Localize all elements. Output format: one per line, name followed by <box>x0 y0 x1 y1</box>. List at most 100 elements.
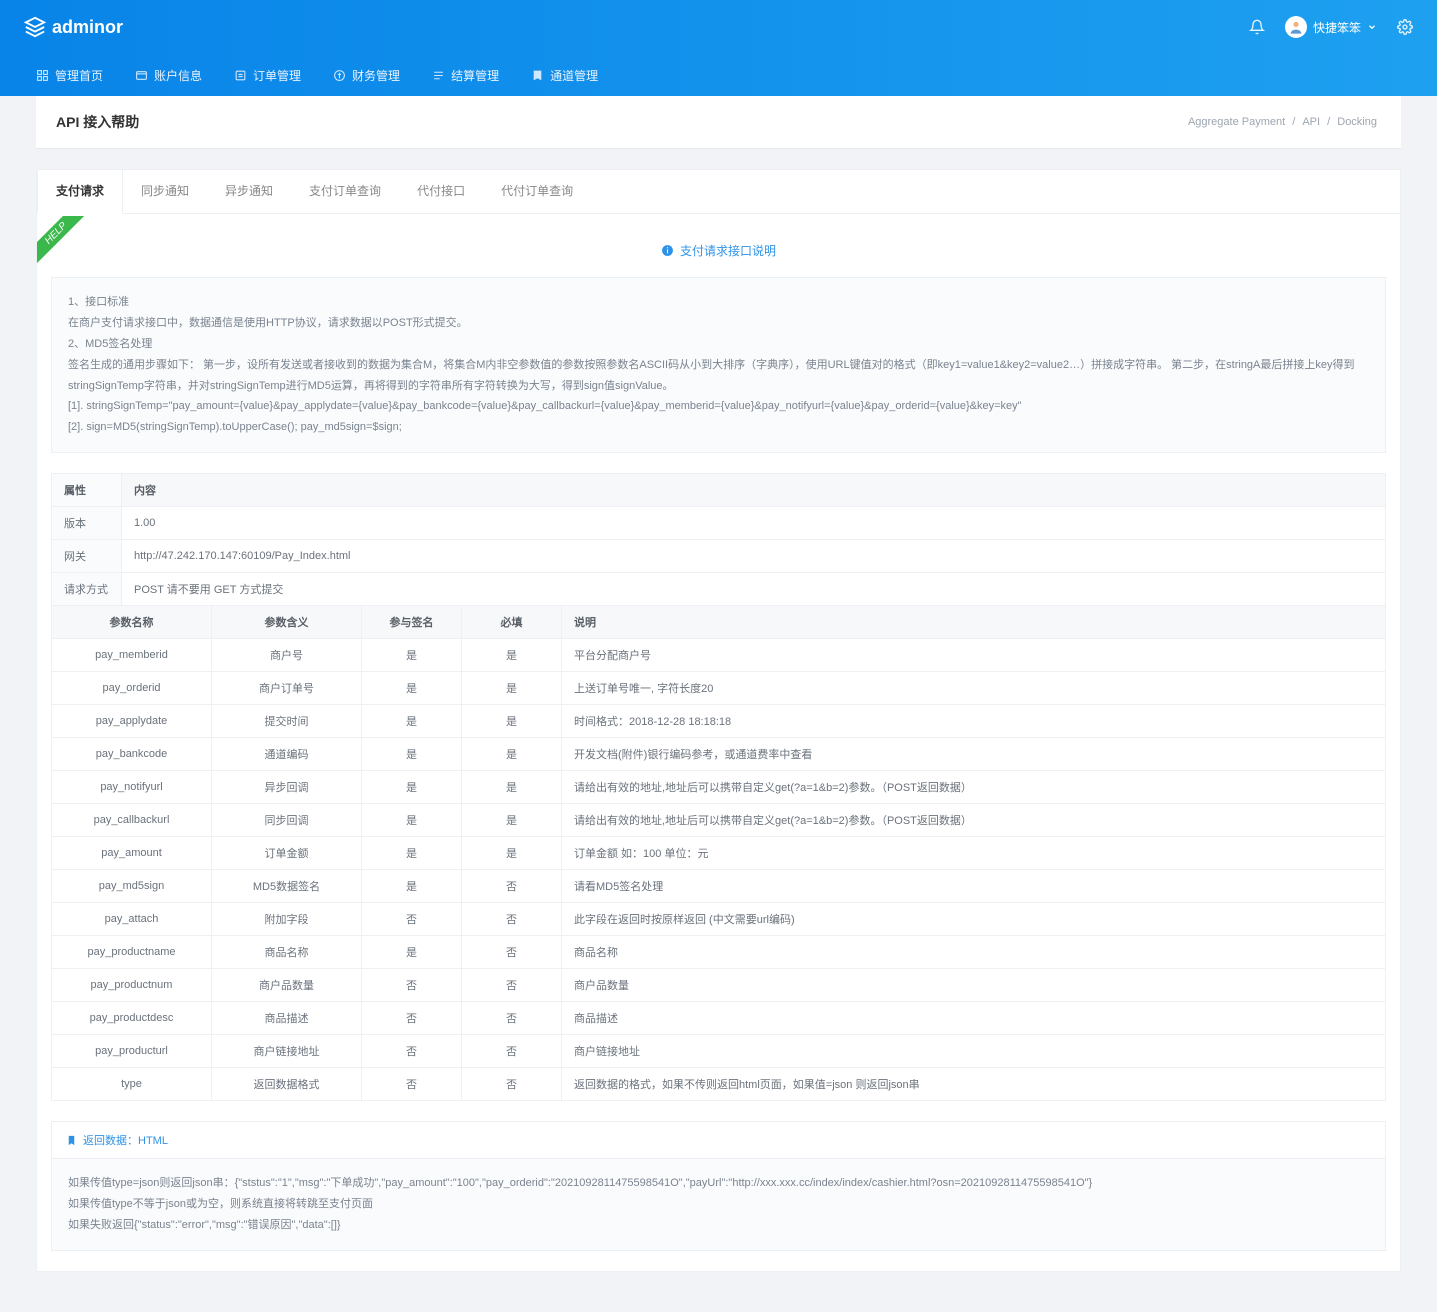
nav-orders[interactable]: 订单管理 <box>234 67 301 84</box>
param-required: 否 <box>462 969 562 1002</box>
table-row: pay_applydate提交时间是是时间格式：2018-12-28 18:18… <box>52 705 1386 738</box>
table-row: 版本1.00 <box>52 507 1386 540</box>
param-sign: 是 <box>362 936 462 969</box>
info-icon <box>661 244 674 257</box>
param-meaning: 商户订单号 <box>212 672 362 705</box>
param-sign: 否 <box>362 903 462 936</box>
return-line: 如果失败返回{"status":"error","msg":"错误原因","da… <box>68 1215 1369 1236</box>
param-name: pay_productnum <box>52 969 212 1002</box>
param-required: 是 <box>462 705 562 738</box>
top-actions: 快捷笨笨 <box>1249 16 1413 38</box>
nav-settlement[interactable]: 结算管理 <box>432 67 499 84</box>
param-desc: 商户链接地址 <box>562 1035 1386 1068</box>
chevron-down-icon <box>1367 22 1377 32</box>
nav-account[interactable]: 账户信息 <box>135 67 202 84</box>
param-name: pay_notifyurl <box>52 771 212 804</box>
param-desc: 此字段在返回时按原样返回 (中文需要url编码) <box>562 903 1386 936</box>
table-row: pay_attach附加字段否否此字段在返回时按原样返回 (中文需要url编码) <box>52 903 1386 936</box>
param-sign: 是 <box>362 771 462 804</box>
help-ribbon: HELP <box>37 216 85 264</box>
param-required: 否 <box>462 903 562 936</box>
tab-pay-order-query[interactable]: 支付订单查询 <box>291 170 399 213</box>
info-key: 请求方式 <box>52 573 122 606</box>
nav-dashboard[interactable]: 管理首页 <box>36 67 103 84</box>
nav-label: 管理首页 <box>55 67 103 84</box>
crumb-root[interactable]: Aggregate Payment <box>1188 116 1285 128</box>
param-meaning: 返回数据格式 <box>212 1068 362 1101</box>
param-desc: 商品名称 <box>562 936 1386 969</box>
param-meaning: 异步回调 <box>212 771 362 804</box>
info-head-attr: 属性 <box>52 474 122 507</box>
tabs: 支付请求 同步通知 异步通知 支付订单查询 代付接口 代付订单查询 <box>37 170 1400 214</box>
param-meaning: 商品名称 <box>212 936 362 969</box>
tab-sync-notify[interactable]: 同步通知 <box>123 170 207 213</box>
main-nav: 管理首页 账户信息 订单管理 财务管理 结算管理 通道管理 <box>0 54 1437 96</box>
param-required: 是 <box>462 672 562 705</box>
param-meaning: 订单金额 <box>212 837 362 870</box>
param-required: 否 <box>462 1068 562 1101</box>
bookmark-icon <box>66 1135 77 1146</box>
param-desc: 上送订单号唯一, 字符长度20 <box>562 672 1386 705</box>
param-name: pay_applydate <box>52 705 212 738</box>
return-line: 如果传值type=json则返回json串：{"ststus":"1","msg… <box>68 1173 1369 1194</box>
param-meaning: 商户号 <box>212 639 362 672</box>
param-meaning: 同步回调 <box>212 804 362 837</box>
param-sign: 是 <box>362 672 462 705</box>
table-row: pay_productdesc商品描述否否商品描述 <box>52 1002 1386 1035</box>
breadcrumb: Aggregate Payment / API / Docking <box>1184 116 1381 128</box>
logo-icon <box>24 16 46 38</box>
crumb-mid[interactable]: API <box>1302 116 1320 128</box>
brand-text: adminor <box>52 17 123 38</box>
info-val: POST 请不要用 GET 方式提交 <box>122 573 1386 606</box>
gear-icon[interactable] <box>1397 19 1413 35</box>
param-meaning: 商户品数量 <box>212 969 362 1002</box>
param-required: 是 <box>462 771 562 804</box>
desc-line: 1、接口标准 <box>68 292 1369 313</box>
param-required: 是 <box>462 804 562 837</box>
page-header: API 接入帮助 Aggregate Payment / API / Docki… <box>36 96 1401 149</box>
tab-payout[interactable]: 代付接口 <box>399 170 483 213</box>
param-desc: 时间格式：2018-12-28 18:18:18 <box>562 705 1386 738</box>
param-desc: 开发文档(附件)银行编码参考，或通道费率中查看 <box>562 738 1386 771</box>
table-row: 网关http://47.242.170.147:60109/Pay_Index.… <box>52 540 1386 573</box>
param-name: pay_md5sign <box>52 870 212 903</box>
table-row: pay_productname商品名称是否商品名称 <box>52 936 1386 969</box>
param-meaning: 通道编码 <box>212 738 362 771</box>
user-name: 快捷笨笨 <box>1313 19 1361 36</box>
nav-label: 财务管理 <box>352 67 400 84</box>
param-name: pay_bankcode <box>52 738 212 771</box>
param-name: pay_orderid <box>52 672 212 705</box>
nav-finance[interactable]: 财务管理 <box>333 67 400 84</box>
description-block: 1、接口标准 在商户支付请求接口中，数据通信是使用HTTP协议，请求数据以POS… <box>51 277 1386 453</box>
param-name: pay_producturl <box>52 1035 212 1068</box>
tab-payout-order-query[interactable]: 代付订单查询 <box>483 170 591 213</box>
table-row: pay_memberid商户号是是平台分配商户号 <box>52 639 1386 672</box>
info-key: 版本 <box>52 507 122 540</box>
topbar: adminor 快捷笨笨 <box>0 0 1437 54</box>
brand[interactable]: adminor <box>24 16 123 38</box>
table-row: pay_productnum商户品数量否否商户品数量 <box>52 969 1386 1002</box>
table-row: pay_amount订单金额是是订单金额 如：100 单位：元 <box>52 837 1386 870</box>
nav-channel[interactable]: 通道管理 <box>531 67 598 84</box>
param-meaning: 附加字段 <box>212 903 362 936</box>
param-sign: 否 <box>362 969 462 1002</box>
table-row: 请求方式POST 请不要用 GET 方式提交 <box>52 573 1386 606</box>
tab-pay-request[interactable]: 支付请求 <box>37 170 123 214</box>
param-required: 否 <box>462 870 562 903</box>
param-meaning: MD5数据签名 <box>212 870 362 903</box>
return-line: 如果传值type不等于json或为空，则系统直接将转跳至支付页面 <box>68 1194 1369 1215</box>
table-row: pay_bankcode通道编码是是开发文档(附件)银行编码参考，或通道费率中查… <box>52 738 1386 771</box>
param-desc: 请给出有效的地址,地址后可以携带自定义get(?a=1&b=2)参数。（POST… <box>562 804 1386 837</box>
param-sign: 是 <box>362 705 462 738</box>
param-sign: 是 <box>362 738 462 771</box>
param-sign: 否 <box>362 1035 462 1068</box>
param-sign: 是 <box>362 639 462 672</box>
bell-icon[interactable] <box>1249 19 1265 35</box>
user-menu[interactable]: 快捷笨笨 <box>1285 16 1377 38</box>
table-row: pay_orderid商户订单号是是上送订单号唯一, 字符长度20 <box>52 672 1386 705</box>
tab-async-notify[interactable]: 异步通知 <box>207 170 291 213</box>
param-name: pay_productdesc <box>52 1002 212 1035</box>
param-required: 是 <box>462 639 562 672</box>
nav-label: 订单管理 <box>253 67 301 84</box>
table-row: type返回数据格式否否返回数据的格式，如果不传则返回html页面，如果值=js… <box>52 1068 1386 1101</box>
